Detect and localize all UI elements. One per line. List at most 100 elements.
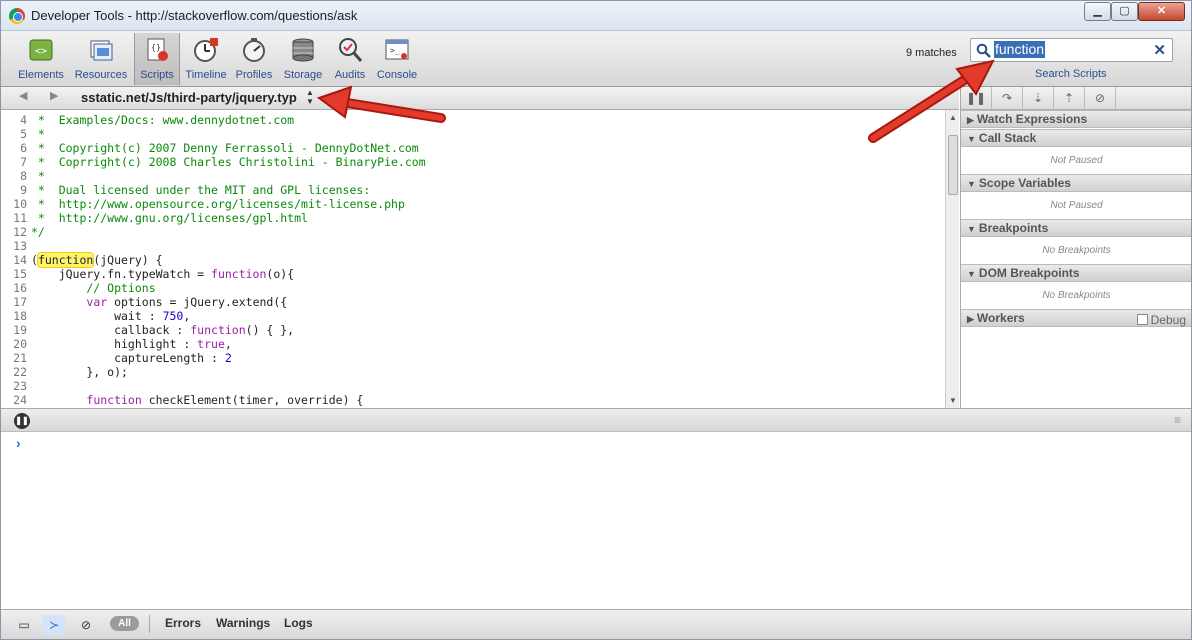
code-line[interactable]: 16 // Options: [1, 281, 945, 295]
step-out-icon[interactable]: ⇡: [1054, 87, 1085, 109]
deactivate-breakpoints-icon[interactable]: ⊘: [1085, 87, 1116, 109]
code-line[interactable]: 9 * Dual licensed under the MIT and GPL …: [1, 183, 945, 197]
show-console-icon[interactable]: ≻: [43, 615, 65, 635]
line-number[interactable]: 6: [1, 141, 31, 155]
timeline-icon: [194, 38, 218, 62]
line-number[interactable]: 16: [1, 281, 31, 295]
tool-storage[interactable]: Storage: [281, 33, 325, 85]
code-line[interactable]: 8 *: [1, 169, 945, 183]
tool-label: Resources: [74, 69, 128, 81]
scroll-down-icon[interactable]: ▼: [949, 396, 957, 405]
filter-all-button[interactable]: All: [110, 616, 139, 631]
resize-grip-icon[interactable]: ≡: [1174, 413, 1181, 427]
checkbox-icon[interactable]: [1136, 314, 1148, 325]
line-number[interactable]: 21: [1, 351, 31, 365]
line-number[interactable]: 15: [1, 267, 31, 281]
tool-profiles[interactable]: Profiles: [232, 33, 276, 85]
dock-icon[interactable]: ▭: [13, 615, 35, 635]
tool-console[interactable]: >_ Console: [375, 33, 419, 85]
code-line[interactable]: 14 (function(jQuery) {: [1, 253, 945, 267]
code-line[interactable]: 6 * Copyright(c) 2007 Denny Ferrassoli -…: [1, 141, 945, 155]
tool-resources[interactable]: Resources: [71, 33, 131, 85]
code-line[interactable]: 11 * http://www.gnu.org/licenses/gpl.htm…: [1, 211, 945, 225]
code-line[interactable]: 10 * http://www.opensource.org/licenses/…: [1, 197, 945, 211]
line-number[interactable]: 24: [1, 393, 31, 407]
collapse-triangle-icon: ▼: [967, 179, 976, 189]
line-number[interactable]: 11: [1, 211, 31, 225]
code-line[interactable]: 15 jQuery.fn.typeWatch = function(o){: [1, 267, 945, 281]
source-code-view[interactable]: 4 * Examples/Docs: www.dennydotnet.com 5 …: [1, 110, 945, 408]
filter-logs-button[interactable]: Logs: [284, 616, 313, 630]
expand-triangle-icon: ▶: [967, 314, 974, 324]
search-scripts-input[interactable]: function ✕: [970, 38, 1173, 62]
search-query-text[interactable]: function: [994, 41, 1046, 58]
storage-icon: [292, 38, 314, 62]
line-number[interactable]: 7: [1, 155, 31, 169]
line-number[interactable]: 8: [1, 169, 31, 183]
minimize-button[interactable]: ▁: [1084, 2, 1111, 21]
step-over-icon[interactable]: ↷: [992, 87, 1023, 109]
line-number[interactable]: 20: [1, 337, 31, 351]
line-number[interactable]: 18: [1, 309, 31, 323]
call-stack-header[interactable]: ▼ Call Stack: [961, 129, 1191, 147]
forward-arrow-icon[interactable]: ▶: [50, 89, 58, 102]
code-line[interactable]: 7 * Coprright(c) 2008 Charles Christolin…: [1, 155, 945, 169]
code-line[interactable]: 17 var options = jQuery.extend({: [1, 295, 945, 309]
pause-icon[interactable]: ❚❚: [961, 87, 992, 109]
workers-header[interactable]: ▶ Workers Debug: [961, 309, 1191, 329]
tool-scripts[interactable]: {} Scripts: [134, 33, 180, 85]
tool-elements[interactable]: <> Elements: [13, 33, 69, 85]
title-bar: Developer Tools - http://stackoverflow.c…: [1, 1, 1191, 31]
line-number[interactable]: 14: [1, 253, 31, 267]
debug-workers-checkbox[interactable]: Debug: [1136, 312, 1186, 329]
step-into-icon[interactable]: ⇣: [1023, 87, 1054, 109]
code-line[interactable]: 5 *: [1, 127, 945, 141]
line-number[interactable]: 12: [1, 225, 31, 239]
line-number[interactable]: 19: [1, 323, 31, 337]
pause-on-exceptions-icon[interactable]: ❚❚: [14, 413, 30, 429]
code-line[interactable]: 12 */: [1, 225, 945, 239]
code-line[interactable]: 13: [1, 239, 945, 253]
console-prompt-icon[interactable]: ›: [16, 435, 21, 451]
code-line[interactable]: 21 captureLength : 2: [1, 351, 945, 365]
console-panel[interactable]: ›: [1, 432, 1191, 609]
scope-variables-header[interactable]: ▼ Scope Variables: [961, 174, 1191, 192]
clear-console-icon[interactable]: ⊘: [75, 615, 97, 635]
filter-errors-button[interactable]: Errors: [165, 616, 201, 630]
tool-timeline[interactable]: Timeline: [183, 33, 229, 85]
close-button[interactable]: ✕: [1138, 2, 1185, 21]
svg-text:>_: >_: [390, 46, 400, 55]
select-updown-icon[interactable]: ▲ ▼: [306, 88, 314, 106]
line-number[interactable]: 22: [1, 365, 31, 379]
console-icon: >_: [385, 39, 409, 60]
code-line[interactable]: 22 }, o);: [1, 365, 945, 379]
window-title: Developer Tools - http://stackoverflow.c…: [31, 8, 358, 23]
watch-expressions-header[interactable]: ▶ Watch Expressions: [961, 110, 1191, 128]
line-number[interactable]: 9: [1, 183, 31, 197]
code-line[interactable]: 24 function checkElement(timer, override…: [1, 393, 945, 407]
line-number[interactable]: 10: [1, 197, 31, 211]
line-number[interactable]: 5: [1, 127, 31, 141]
code-scrollbar[interactable]: ▲ ▼: [945, 110, 959, 408]
code-line[interactable]: 4 * Examples/Docs: www.dennydotnet.com: [1, 113, 945, 127]
maximize-button[interactable]: ▢: [1111, 2, 1138, 21]
line-number[interactable]: 17: [1, 295, 31, 309]
line-number[interactable]: 13: [1, 239, 31, 253]
tool-label: Scripts: [140, 69, 174, 81]
line-number[interactable]: 23: [1, 379, 31, 393]
tool-audits[interactable]: Audits: [331, 33, 369, 85]
script-file-select[interactable]: sstatic.net/Js/third-party/jquery.typ: [81, 90, 297, 105]
search-match-count: 9 matches: [906, 47, 957, 59]
code-line[interactable]: 20 highlight : true,: [1, 337, 945, 351]
code-line[interactable]: 18 wait : 750,: [1, 309, 945, 323]
scrollbar-thumb[interactable]: [948, 135, 958, 195]
code-line[interactable]: 23: [1, 379, 945, 393]
back-arrow-icon[interactable]: ◀: [19, 89, 27, 102]
line-number[interactable]: 4: [1, 113, 31, 127]
breakpoints-header[interactable]: ▼ Breakpoints: [961, 219, 1191, 237]
dom-breakpoints-header[interactable]: ▼ DOM Breakpoints: [961, 264, 1191, 282]
scroll-up-icon[interactable]: ▲: [949, 113, 957, 122]
clear-search-icon[interactable]: ✕: [1153, 41, 1166, 59]
filter-warnings-button[interactable]: Warnings: [216, 616, 270, 630]
code-line[interactable]: 19 callback : function() { },: [1, 323, 945, 337]
